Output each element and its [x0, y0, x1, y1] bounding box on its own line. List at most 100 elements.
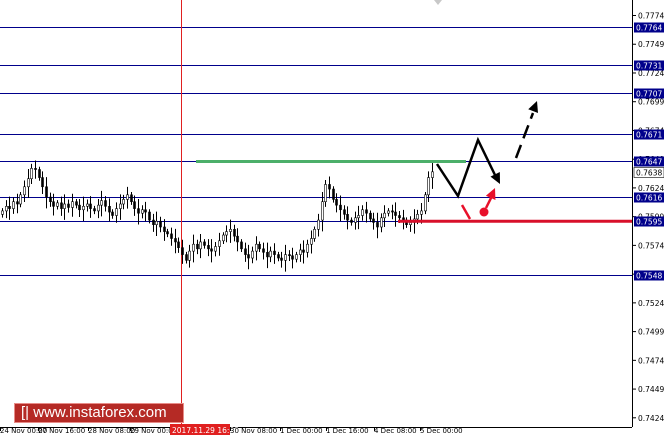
candle-body: [41, 177, 44, 188]
time-tick-label: 30 Nov 08:00: [230, 427, 277, 435]
candle-body: [71, 201, 74, 208]
time-tick-label: 1 Dec 00:00: [280, 427, 323, 435]
candle-body: [185, 254, 188, 261]
candle-body: [196, 243, 199, 250]
candle-body: [416, 214, 419, 220]
candle-body: [394, 211, 397, 216]
candle-body: [372, 218, 375, 223]
candle-body: [16, 201, 19, 205]
candle-body: [126, 194, 129, 200]
candle-body: [111, 211, 114, 216]
candle-body: [354, 217, 357, 223]
price-tick-label: 0.7749: [638, 40, 664, 49]
candle-body: [174, 238, 177, 243]
candle-body: [262, 248, 265, 253]
candle-body: [214, 246, 217, 252]
candle-body: [240, 241, 243, 250]
level-badge-label: 0.7595: [636, 218, 662, 227]
candle-body: [60, 202, 63, 209]
candle-body: [251, 250, 254, 259]
candle-body: [343, 209, 346, 215]
candle-body: [100, 200, 103, 206]
candle-body: [137, 208, 140, 214]
candle-body: [67, 203, 70, 208]
price-tick-label: 0.7774: [638, 11, 664, 20]
candle-body: [63, 203, 66, 209]
level-badge-label: 0.7731: [636, 62, 662, 71]
candle-body: [218, 240, 221, 247]
candle-body: [27, 178, 30, 188]
candle-body: [335, 199, 338, 206]
candle-body: [181, 247, 184, 255]
candle-body: [369, 212, 372, 220]
candle-body: [277, 254, 280, 259]
candle-body: [266, 251, 269, 258]
candle-body: [1, 210, 4, 215]
candle-body: [192, 243, 195, 252]
candle-body: [380, 217, 383, 228]
candle-body: [229, 228, 232, 232]
candle-body: [170, 233, 173, 239]
candle-body: [122, 199, 125, 205]
alt-forecast-point: [479, 207, 489, 217]
candle-body: [273, 250, 276, 255]
candle-body: [244, 248, 247, 255]
watermark-logo-icon: [|: [21, 404, 30, 421]
candle-body: [299, 249, 302, 255]
candle-body: [306, 243, 309, 253]
candle-body: [420, 210, 423, 215]
candle-body: [188, 250, 191, 261]
candle-body: [108, 206, 111, 213]
candle-body: [155, 220, 158, 225]
price-tick-label: 0.7474: [638, 356, 664, 365]
candle-body: [295, 254, 298, 260]
level-badge-label: 0.7764: [636, 24, 662, 33]
candle-body: [324, 184, 327, 203]
candle-body: [104, 200, 107, 207]
price-tick-label: 0.7699: [638, 98, 664, 107]
candle-body: [302, 249, 305, 253]
candle-body: [387, 210, 390, 214]
candle-body: [361, 209, 364, 216]
candle-body: [258, 243, 261, 250]
price-tick-label: 0.7424: [638, 414, 664, 423]
candle-body: [431, 171, 434, 178]
time-tick-label: 27 Nov 16:00: [38, 427, 85, 435]
time-tick-label: 28 Nov 08:00: [88, 427, 135, 435]
candle-body: [119, 203, 122, 209]
candle-body: [424, 194, 427, 212]
candle-body: [19, 194, 22, 205]
candle-body: [12, 201, 15, 209]
candle-body: [34, 168, 37, 170]
candle-body: [328, 184, 331, 190]
time-tick-label: 5 Dec 00:00: [420, 427, 463, 435]
candle-body: [357, 215, 360, 219]
candle-body: [93, 208, 96, 212]
candle-body: [233, 228, 236, 237]
price-tick-label: 0.7624: [638, 184, 664, 193]
price-tick-label: 0.7499: [638, 328, 664, 337]
candle-body: [45, 186, 48, 198]
candle-body: [163, 226, 166, 232]
candle-body: [177, 241, 180, 248]
candle-body: [82, 206, 85, 211]
candle-body: [159, 220, 162, 228]
candle-body: [8, 206, 11, 209]
candle-body: [203, 241, 206, 246]
candle-body: [350, 219, 353, 223]
candle-body: [288, 254, 291, 257]
candle-body: [391, 210, 394, 213]
candle-body: [89, 203, 92, 209]
candle-body: [115, 208, 118, 216]
candle-body: [38, 169, 41, 178]
candle-body: [56, 202, 59, 207]
time-tick-label: 4 Dec 08:00: [374, 427, 417, 435]
candle-body: [247, 254, 250, 259]
candle-body: [332, 188, 335, 200]
candle-body: [23, 186, 26, 196]
candle-body: [313, 228, 316, 239]
candle-body: [30, 168, 33, 180]
candle-body: [427, 177, 430, 196]
candle-body: [78, 204, 81, 211]
candle-body: [52, 201, 55, 207]
